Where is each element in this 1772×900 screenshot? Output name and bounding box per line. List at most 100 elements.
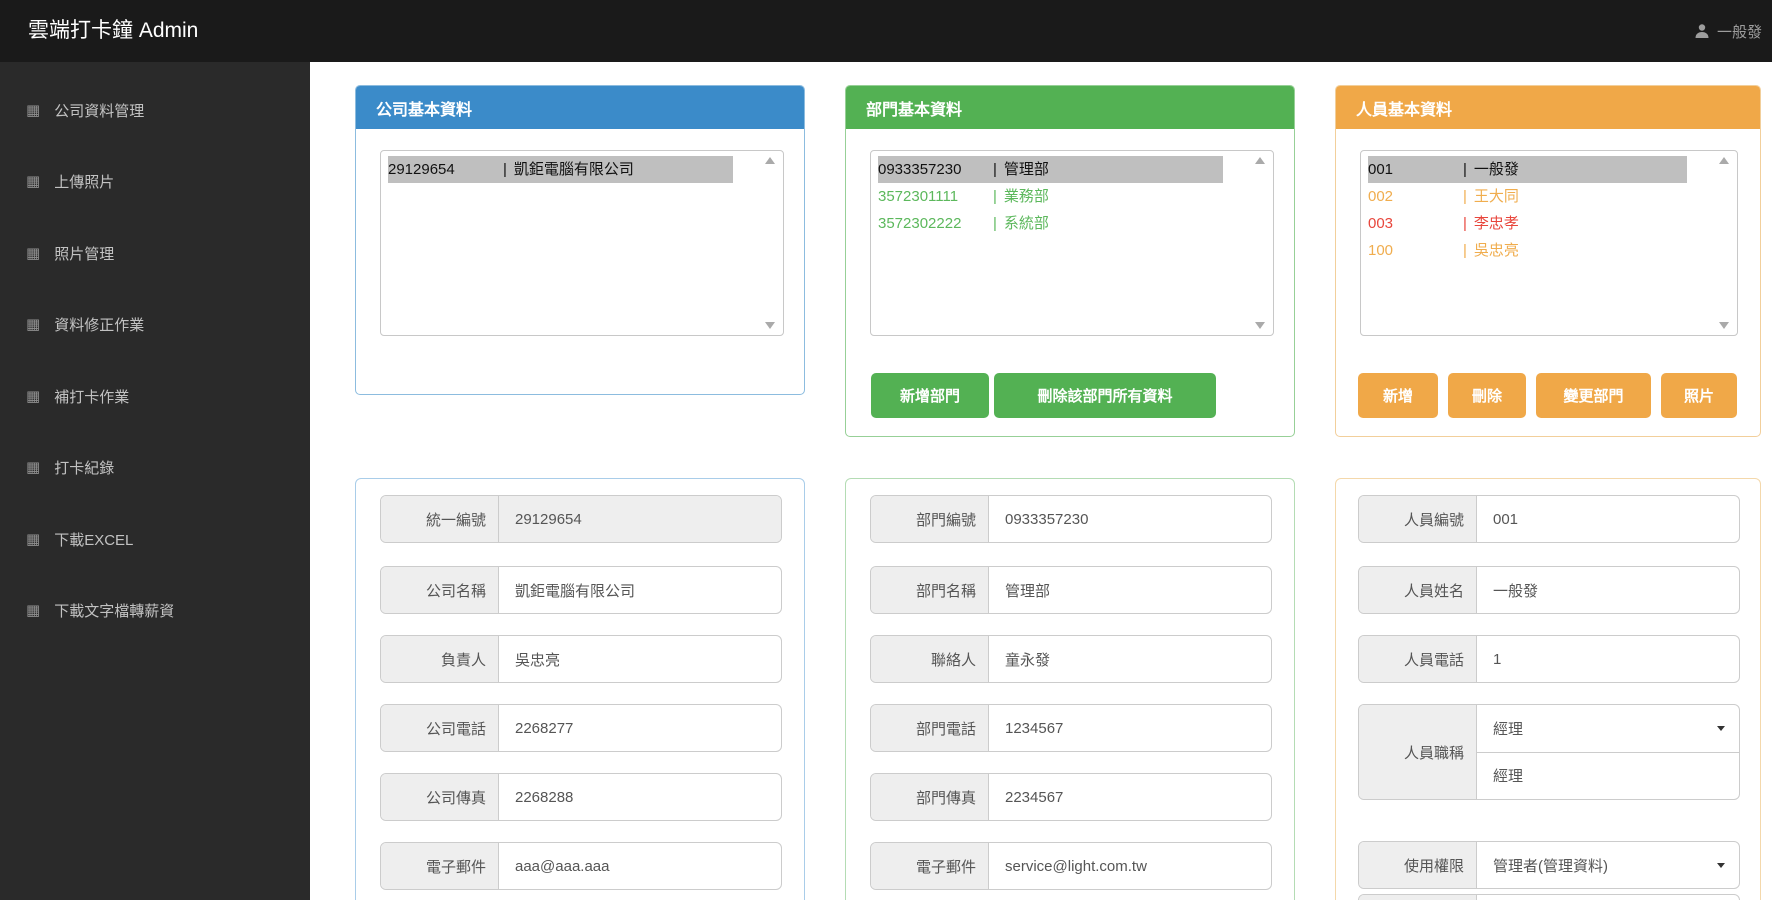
sidebar-item-makeup-punch[interactable]: ▦ 補打卡作業 — [0, 379, 310, 413]
dept-phone-input[interactable] — [989, 705, 1271, 751]
person-code-input[interactable] — [1477, 496, 1739, 542]
field-label: 電子郵件 — [381, 843, 499, 889]
company-form-box: 統一編號 公司名稱 負責人 公司電話 公司傳真 電子郵件 — [355, 478, 805, 900]
department-list-item[interactable]: 3572302222 | 系統部 — [878, 210, 1273, 237]
department-list-item[interactable]: 3572301111 | 業務部 — [878, 183, 1273, 210]
add-person-button[interactable]: 新增 — [1358, 373, 1438, 418]
personnel-list-item[interactable]: 001 | 一般發 — [1368, 156, 1687, 183]
change-department-button[interactable]: 變更部門 — [1536, 373, 1651, 418]
chevron-down-icon — [1717, 863, 1725, 868]
sidebar: ▦ 公司資料管理 ▦ 上傳照片 ▦ 照片管理 ▦ 資料修正作業 ▦ 補打卡作業 … — [0, 62, 310, 900]
personnel-list-item[interactable]: 003 | 李忠孝 — [1368, 210, 1737, 237]
field-label: 部門名稱 — [871, 567, 989, 613]
dept-fax-input[interactable] — [989, 774, 1271, 820]
department-name: 系統部 — [1003, 215, 1049, 232]
field-label: 部門編號 — [871, 496, 989, 542]
dept-code-input[interactable] — [989, 496, 1271, 542]
department-panel-title: 部門基本資料 — [846, 86, 1294, 129]
separator: | — [993, 188, 997, 205]
company-fax-input[interactable] — [499, 774, 781, 820]
personnel-code: 100 — [1368, 242, 1394, 259]
chevron-down-icon — [1717, 726, 1725, 732]
sidebar-item-upload-photo[interactable]: ▦ 上傳照片 — [0, 164, 310, 198]
scroll-up-icon[interactable] — [1255, 157, 1265, 164]
department-code: 0933357230 — [878, 161, 962, 178]
scroll-up-icon[interactable] — [1719, 157, 1729, 164]
form-row: 人員編號 — [1358, 495, 1740, 543]
form-row: 公司電話 — [380, 704, 782, 752]
department-list-item[interactable]: 0933357230 | 管理部 — [878, 156, 1223, 183]
personnel-name: 李忠孝 — [1473, 215, 1519, 232]
top-navbar: 雲端打卡鐘 Admin 一般發 — [0, 0, 1772, 62]
app-title: 雲端打卡鐘 Admin — [28, 19, 199, 42]
field-label: 人員編號 — [1359, 496, 1477, 542]
company-owner-input[interactable] — [499, 636, 781, 682]
separator: | — [993, 215, 997, 232]
photo-button[interactable]: 照片 — [1661, 373, 1737, 418]
department-name: 管理部 — [1003, 161, 1049, 178]
separator: | — [1463, 242, 1467, 259]
sidebar-item-photo-manage[interactable]: ▦ 照片管理 — [0, 236, 310, 270]
dept-email-input[interactable] — [989, 843, 1271, 889]
sidebar-item-download-excel[interactable]: ▦ 下載EXCEL — [0, 522, 310, 556]
form-row: 負責人 — [380, 635, 782, 683]
grid-icon: ▦ — [26, 387, 41, 405]
person-title-input[interactable] — [1477, 767, 1739, 785]
field-label: 人員職稱 — [1359, 705, 1477, 799]
separator: | — [1463, 188, 1467, 205]
scroll-down-icon[interactable] — [1719, 322, 1729, 329]
personnel-code: 001 — [1368, 161, 1394, 178]
app-window: 雲端打卡鐘 Admin 一般發 ▦ 公司資料管理 ▦ 上傳照片 ▦ 照片管理 ▦… — [0, 0, 1772, 900]
company-email-input[interactable] — [499, 843, 781, 889]
personnel-panel-title: 人員基本資料 — [1336, 86, 1760, 129]
separator: | — [503, 161, 507, 178]
sidebar-item-label: 打卡紀錄 — [54, 459, 115, 477]
personnel-name: 一般發 — [1473, 161, 1519, 178]
grid-icon: ▦ — [26, 601, 41, 619]
department-code: 3572301111 — [878, 188, 959, 205]
scroll-down-icon[interactable] — [765, 322, 775, 329]
sidebar-item-company-data[interactable]: ▦ 公司資料管理 — [0, 93, 310, 127]
personnel-list-item[interactable]: 002 | 王大同 — [1368, 183, 1737, 210]
dept-name-input[interactable] — [989, 567, 1271, 613]
delete-person-button[interactable]: 刪除 — [1448, 373, 1526, 418]
grid-icon: ▦ — [26, 172, 41, 190]
sidebar-item-label: 補打卡作業 — [54, 388, 130, 406]
scroll-up-icon[interactable] — [765, 157, 775, 164]
department-listbox[interactable]: 0933357230 | 管理部 3572301111 | 業務部 357230… — [870, 150, 1274, 336]
sidebar-item-label: 下載EXCEL — [54, 531, 134, 549]
sidebar-item-punch-records[interactable]: ▦ 打卡紀錄 — [0, 450, 310, 484]
sidebar-item-label: 資料修正作業 — [54, 316, 145, 334]
field-label: 聯絡人 — [871, 636, 989, 682]
company-list-item[interactable]: 29129654 | 凱鉅電腦有限公司 — [388, 156, 733, 183]
company-phone-input[interactable] — [499, 705, 781, 751]
company-panel: 公司基本資料 29129654 | 凱鉅電腦有限公司 — [355, 85, 805, 395]
user-menu[interactable]: 一般發 — [1694, 0, 1762, 62]
company-name-input[interactable] — [499, 567, 781, 613]
person-title-select[interactable]: 經理 — [1477, 718, 1739, 739]
scroll-down-icon[interactable] — [1255, 322, 1265, 329]
person-name-input[interactable] — [1477, 567, 1739, 613]
personnel-listbox[interactable]: 001 | 一般發 002 | 王大同 003 | 李忠孝 100 | 吳忠亮 — [1360, 150, 1738, 336]
add-department-button[interactable]: 新增部門 — [871, 373, 989, 418]
form-row: 部門名稱 — [870, 566, 1272, 614]
personnel-list-item[interactable]: 100 | 吳忠亮 — [1368, 237, 1737, 264]
sidebar-item-label: 下載文字檔轉薪資 — [54, 602, 175, 620]
company-panel-title: 公司基本資料 — [356, 86, 804, 129]
form-row: 部門傳真 — [870, 773, 1272, 821]
department-code: 3572302222 — [878, 215, 962, 232]
dept-contact-input[interactable] — [989, 636, 1271, 682]
personnel-name: 王大同 — [1473, 188, 1519, 205]
company-listbox[interactable]: 29129654 | 凱鉅電腦有限公司 — [380, 150, 784, 336]
field-label: 公司傳真 — [381, 774, 499, 820]
department-form-box: 部門編號 部門名稱 聯絡人 部門電話 部門傳真 電子郵件 — [845, 478, 1295, 900]
person-permission-select[interactable]: 管理者(管理資料) — [1477, 842, 1739, 888]
form-row: 人員職稱 經理 — [1358, 704, 1740, 800]
sidebar-item-download-textfile[interactable]: ▦ 下載文字檔轉薪資 — [0, 593, 310, 627]
sidebar-item-data-correction[interactable]: ▦ 資料修正作業 — [0, 307, 310, 341]
person-phone-input[interactable] — [1477, 636, 1739, 682]
form-row: 聯絡人 — [870, 635, 1272, 683]
delete-department-all-button[interactable]: 刪除該部門所有資料 — [994, 373, 1216, 418]
company-uid-input[interactable] — [499, 496, 781, 542]
person-extra-input[interactable] — [1477, 895, 1739, 900]
